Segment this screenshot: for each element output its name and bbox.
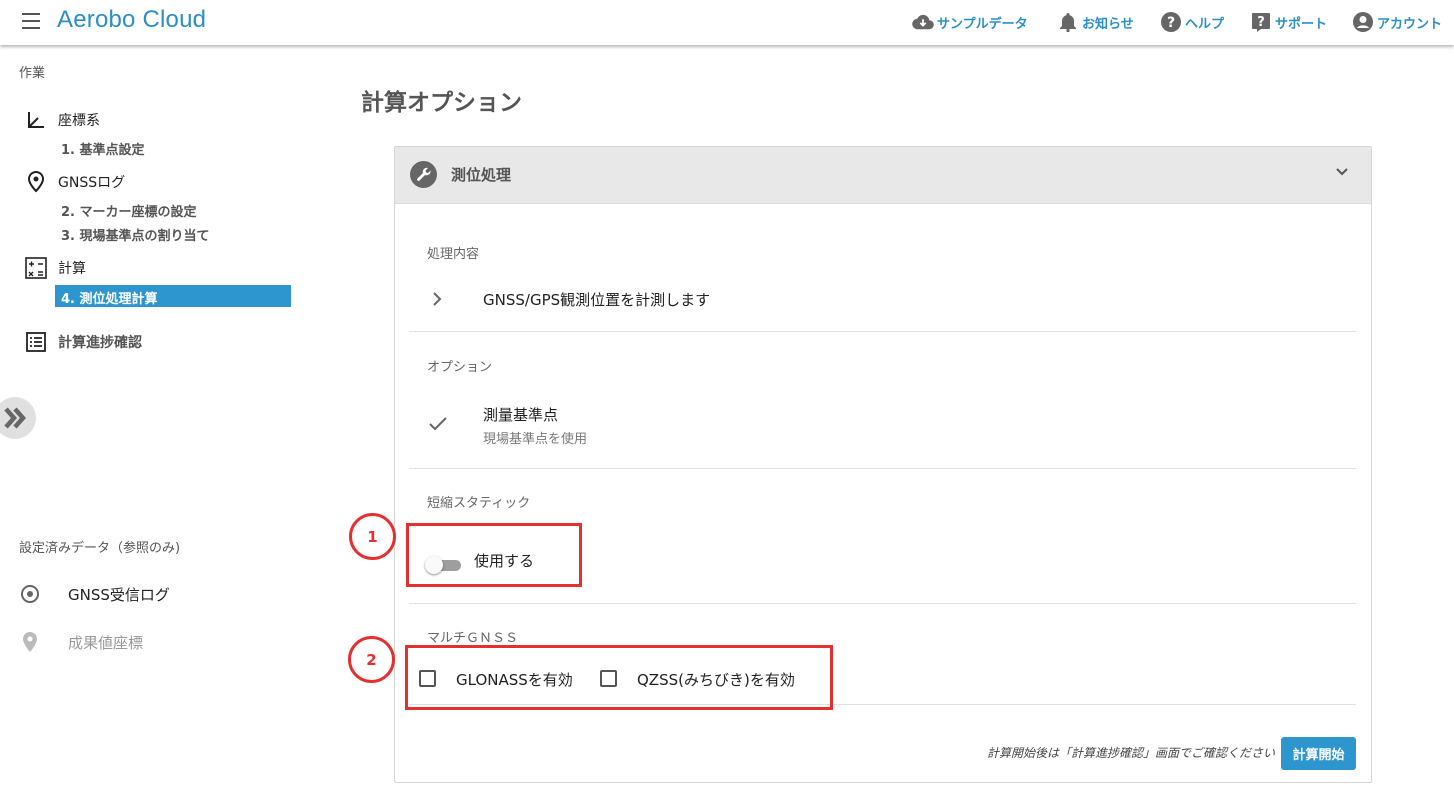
process-text: GNSS/GPS観測位置を計測します xyxy=(483,291,711,309)
nav-account[interactable]: アカウント xyxy=(1352,10,1442,34)
annotation-box-1 xyxy=(406,523,582,587)
annotation-badge-2: 2 xyxy=(348,636,395,683)
svg-text:?: ? xyxy=(1257,15,1265,30)
axis-icon xyxy=(24,108,48,132)
menu-icon[interactable] xyxy=(22,13,44,33)
start-calculation-button[interactable]: 計算開始 xyxy=(1281,737,1356,770)
ref-item-result-coordinates: 成果値座標 xyxy=(19,631,143,653)
nav-news[interactable]: お知らせ xyxy=(1057,10,1134,34)
sidebar-section-title: 作業 xyxy=(19,66,46,81)
divider xyxy=(409,468,1356,469)
sidebar: 作業 座標系 1. 基準点設定 GNSSログ 2. マーカー座標の設定 3. 現… xyxy=(0,45,310,799)
card-title: 測位処理 xyxy=(451,166,512,184)
sidebar-item-label: 計算進捗確認 xyxy=(58,335,142,351)
help-circle-icon: ? xyxy=(1160,11,1182,33)
chevron-right-icon[interactable] xyxy=(432,292,442,306)
option-label: オプション xyxy=(427,360,493,375)
map-marker-icon xyxy=(19,631,41,653)
chevron-down-icon[interactable] xyxy=(1333,163,1351,181)
sidebar-sub-site-point-assign[interactable]: 3. 現場基準点の割り当て xyxy=(61,225,210,244)
option-sub: 現場基準点を使用 xyxy=(483,432,588,447)
card-header[interactable]: 測位処理 xyxy=(395,147,1371,204)
sidebar-toggle-button[interactable] xyxy=(0,397,36,439)
help-box-icon: ? xyxy=(1250,11,1272,33)
svg-text:?: ? xyxy=(1167,15,1175,31)
account-icon xyxy=(1352,11,1374,33)
sidebar-item-label: 座標系 xyxy=(58,113,100,129)
wrench-icon xyxy=(410,161,437,188)
nav-label: お知らせ xyxy=(1082,16,1134,32)
app-title[interactable]: Aerobo Cloud xyxy=(57,6,206,34)
divider xyxy=(409,603,1356,604)
sidebar-item-label: GNSSログ xyxy=(58,175,126,191)
nav-label: サンプルデータ xyxy=(937,16,1028,32)
sidebar-sub-marker-coordinates[interactable]: 2. マーカー座標の設定 xyxy=(61,201,197,220)
nav-support[interactable]: ? サポート xyxy=(1250,10,1327,34)
nav-label: アカウント xyxy=(1377,16,1443,32)
calculator-icon xyxy=(24,256,48,280)
check-icon xyxy=(429,417,447,431)
ref-item-label: 成果値座標 xyxy=(68,633,144,652)
cloud-download-icon xyxy=(912,11,934,33)
nav-label: サポート xyxy=(1275,16,1328,32)
nav-label: ヘルプ xyxy=(1185,16,1225,32)
ref-item-gnss-log[interactable]: GNSS受信ログ xyxy=(19,583,170,605)
static-label: 短縮スタティック xyxy=(427,496,531,511)
sidebar-item-gnss-log[interactable]: GNSSログ xyxy=(24,170,125,194)
sidebar-item-label: 計算 xyxy=(58,261,86,277)
sidebar-item-calculation[interactable]: 計算 xyxy=(24,256,86,280)
sidebar-item-progress[interactable]: 計算進捗確認 xyxy=(24,330,142,354)
list-icon xyxy=(24,330,48,354)
annotation-box-2 xyxy=(405,645,833,710)
sidebar-sub-control-point[interactable]: 1. 基準点設定 xyxy=(61,139,145,158)
page-title: 計算オプション xyxy=(361,90,522,116)
radio-target-icon xyxy=(19,583,41,605)
nav-help[interactable]: ? ヘルプ xyxy=(1160,10,1224,34)
progress-note: 計算開始後は「計算進捗確認」画面でご確認ください xyxy=(986,746,1275,760)
sidebar-sub-positioning-calc[interactable]: 4. 測位処理計算 xyxy=(55,285,291,307)
ref-section-title: 設定済みデータ（参照のみ) xyxy=(19,541,181,556)
process-label: 処理内容 xyxy=(427,247,480,262)
location-pin-icon xyxy=(24,170,48,194)
multi-gnss-label: マルチＧＮＳＳ xyxy=(427,631,519,646)
nav-sample-data[interactable]: サンプルデータ xyxy=(912,10,1028,34)
double-chevron-right-icon xyxy=(4,407,27,429)
divider xyxy=(409,331,1356,332)
annotation-badge-1: 1 xyxy=(349,513,396,560)
bell-icon xyxy=(1057,11,1079,33)
option-item: 測量基準点 xyxy=(483,406,559,424)
ref-item-label: GNSS受信ログ xyxy=(68,585,170,604)
app-bar: Aerobo Cloud サンプルデータ お知らせ ? ヘルプ ? サポート ア… xyxy=(0,0,1454,45)
sidebar-item-coordinate-system[interactable]: 座標系 xyxy=(24,108,100,132)
